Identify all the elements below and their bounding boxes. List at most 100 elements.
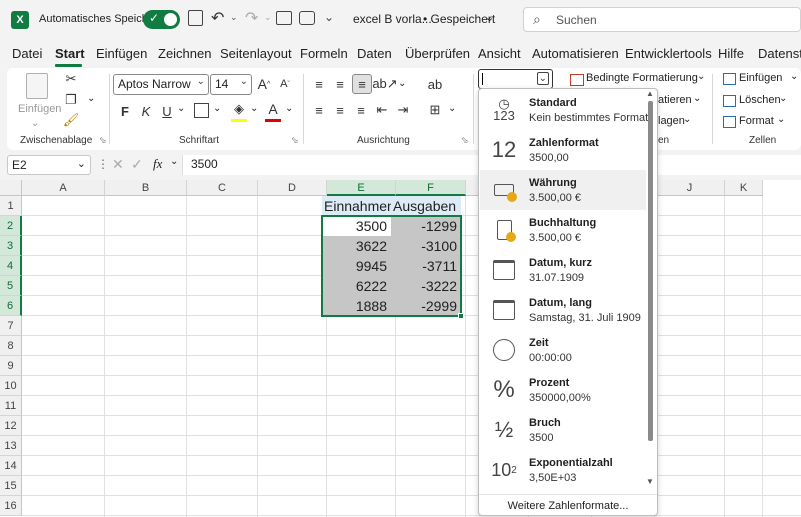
- format-cells-dropdown-icon[interactable]: ⌄: [777, 114, 785, 125]
- row-header-14[interactable]: 14: [0, 456, 22, 476]
- format-option-general[interactable]: ◷ 123 Standard Kein bestimmtes Format: [480, 90, 648, 130]
- cut-icon[interactable]: ✂: [63, 71, 79, 87]
- more-options-icon[interactable]: ⋮: [97, 157, 109, 171]
- name-box[interactable]: E2 ⌄: [7, 155, 91, 175]
- alignment-launcher-icon[interactable]: ⬂: [461, 135, 469, 146]
- tab-file[interactable]: Datei: [12, 46, 42, 61]
- row-header-11[interactable]: 11: [0, 396, 22, 416]
- format-as-table-dropdown-icon[interactable]: ⌄: [693, 93, 701, 104]
- undo-icon[interactable]: ↶: [211, 8, 224, 28]
- row-header-3[interactable]: 3: [0, 236, 22, 256]
- insert-function-button[interactable]: fx: [153, 156, 162, 172]
- column-header-b[interactable]: B: [105, 180, 187, 196]
- copy-dropdown-icon[interactable]: ⌄: [87, 93, 95, 104]
- wrap-text-icon[interactable]: ab: [427, 76, 443, 92]
- insert-cells-dropdown-icon[interactable]: ⌄: [790, 71, 798, 82]
- tab-page-layout[interactable]: Seitenlayout: [220, 46, 292, 61]
- search-box[interactable]: ⌕ Suchen: [523, 7, 801, 32]
- row-header-7[interactable]: 7: [0, 316, 22, 336]
- menu-scrollbar-thumb[interactable]: [648, 101, 653, 441]
- row-header-10[interactable]: 10: [0, 376, 22, 396]
- merge-center-icon[interactable]: ⊞: [427, 102, 443, 118]
- paste-button[interactable]: Einfügen: [15, 71, 61, 121]
- format-option-percent[interactable]: % Prozent 350000,00%: [480, 370, 646, 410]
- select-all-corner[interactable]: [0, 180, 22, 196]
- orientation-icon[interactable]: ab↗: [372, 76, 397, 92]
- conditional-formatting-button[interactable]: Bedingte Formatierung: [586, 72, 698, 84]
- insert-cells-button[interactable]: Einfügen: [739, 72, 782, 84]
- format-cells-button[interactable]: Format: [739, 115, 774, 127]
- column-header-j[interactable]: J: [655, 180, 725, 196]
- underline-dropdown-icon[interactable]: ⌄: [177, 103, 185, 114]
- copy-icon[interactable]: ❐: [63, 92, 79, 108]
- tab-view[interactable]: Ansicht: [478, 46, 521, 61]
- format-as-table-button[interactable]: atieren: [658, 94, 692, 106]
- format-option-short-date[interactable]: Datum, kurz 31.07.1909: [480, 250, 646, 290]
- fill-color-icon[interactable]: ◈: [231, 100, 247, 118]
- row-header-5[interactable]: 5: [0, 276, 22, 296]
- row-header-9[interactable]: 9: [0, 356, 22, 376]
- tab-data[interactable]: Daten: [357, 46, 392, 61]
- tab-insert[interactable]: Einfügen: [96, 46, 147, 61]
- scroll-down-icon[interactable]: ▼: [646, 477, 654, 486]
- cell-styles-dropdown-icon[interactable]: ⌄: [683, 114, 691, 125]
- borders-icon[interactable]: [194, 103, 209, 118]
- font-launcher-icon[interactable]: ⬂: [291, 135, 299, 146]
- format-painter-icon[interactable]: 🖌: [63, 112, 80, 128]
- camera-icon[interactable]: [299, 11, 315, 25]
- align-center-icon[interactable]: ≡: [332, 102, 348, 118]
- file-name[interactable]: excel B vorla...: [353, 12, 432, 26]
- spreadsheet-grid[interactable]: ABCDEFGHIJK 12345678910111213141516 Einn…: [0, 180, 801, 517]
- column-header-a[interactable]: A: [22, 180, 105, 196]
- redo-icon[interactable]: ↷: [245, 8, 258, 28]
- scroll-up-icon[interactable]: ▲: [646, 89, 654, 98]
- format-option-fraction[interactable]: ½ Bruch 3500: [480, 410, 646, 450]
- tab-home[interactable]: Start: [55, 46, 85, 61]
- clipboard-launcher-icon[interactable]: ⬂: [99, 135, 107, 146]
- column-header-c[interactable]: C: [187, 180, 258, 196]
- row-header-1[interactable]: 1: [0, 196, 22, 216]
- tab-data-streamer[interactable]: Datenstr: [758, 46, 801, 61]
- customize-toolbar-icon[interactable]: ⌄: [324, 10, 334, 24]
- fx-dropdown-icon[interactable]: ⌄: [170, 156, 178, 167]
- orientation-dropdown-icon[interactable]: ⌄: [398, 78, 406, 89]
- font-name-select[interactable]: Aptos Narrow ⌄: [113, 74, 209, 95]
- tab-draw[interactable]: Zeichnen: [158, 46, 211, 61]
- cell-f1[interactable]: Ausgaben: [391, 196, 461, 216]
- enter-icon[interactable]: ✓: [131, 156, 143, 173]
- tab-developer[interactable]: Entwicklertools: [625, 46, 712, 61]
- bold-button[interactable]: F: [117, 102, 133, 120]
- cancel-icon[interactable]: ✕: [112, 156, 124, 173]
- font-color-button[interactable]: A: [265, 100, 281, 118]
- column-header-e[interactable]: E: [327, 180, 396, 196]
- delete-cells-dropdown-icon[interactable]: ⌄: [779, 93, 787, 104]
- tab-review[interactable]: Überprüfen: [405, 46, 470, 61]
- font-size-select[interactable]: 14 ⌄: [210, 74, 252, 95]
- format-option-time[interactable]: Zeit 00:00:00: [480, 330, 646, 370]
- decrease-font-size-icon[interactable]: Aˇ: [277, 76, 293, 92]
- format-option-accounting[interactable]: Buchhaltung 3.500,00 €: [480, 210, 646, 250]
- increase-indent-icon[interactable]: ⇥: [395, 102, 411, 118]
- delete-cells-button[interactable]: Löschen: [739, 94, 781, 106]
- image-icon[interactable]: [276, 11, 292, 25]
- row-header-8[interactable]: 8: [0, 336, 22, 356]
- borders-dropdown-icon[interactable]: ⌄: [213, 103, 221, 114]
- format-option-currency[interactable]: Währung 3.500,00 €: [480, 170, 646, 210]
- row-header-13[interactable]: 13: [0, 436, 22, 456]
- row-header-16[interactable]: 16: [0, 496, 22, 516]
- align-right-icon[interactable]: ≡: [353, 102, 369, 118]
- conditional-formatting-dropdown-icon[interactable]: ⌄: [697, 71, 705, 82]
- redo-dropdown-icon[interactable]: ⌄: [264, 12, 272, 23]
- tab-help[interactable]: Hilfe: [718, 46, 744, 61]
- row-header-15[interactable]: 15: [0, 476, 22, 496]
- align-middle-icon[interactable]: ≡: [332, 76, 348, 92]
- undo-dropdown-icon[interactable]: ⌄: [230, 12, 238, 23]
- autosave-toggle[interactable]: ✓: [143, 10, 180, 29]
- row-header-2[interactable]: 2: [0, 216, 22, 236]
- row-header-6[interactable]: 6: [0, 296, 22, 316]
- increase-font-size-icon[interactable]: A ^: [256, 76, 272, 92]
- fill-handle[interactable]: [458, 313, 464, 319]
- fill-color-dropdown-icon[interactable]: ⌄: [250, 103, 258, 114]
- tab-automate[interactable]: Automatisieren: [532, 46, 619, 61]
- format-option-scientific[interactable]: 10 2 Exponentialzahl 3,50E+03: [480, 450, 646, 490]
